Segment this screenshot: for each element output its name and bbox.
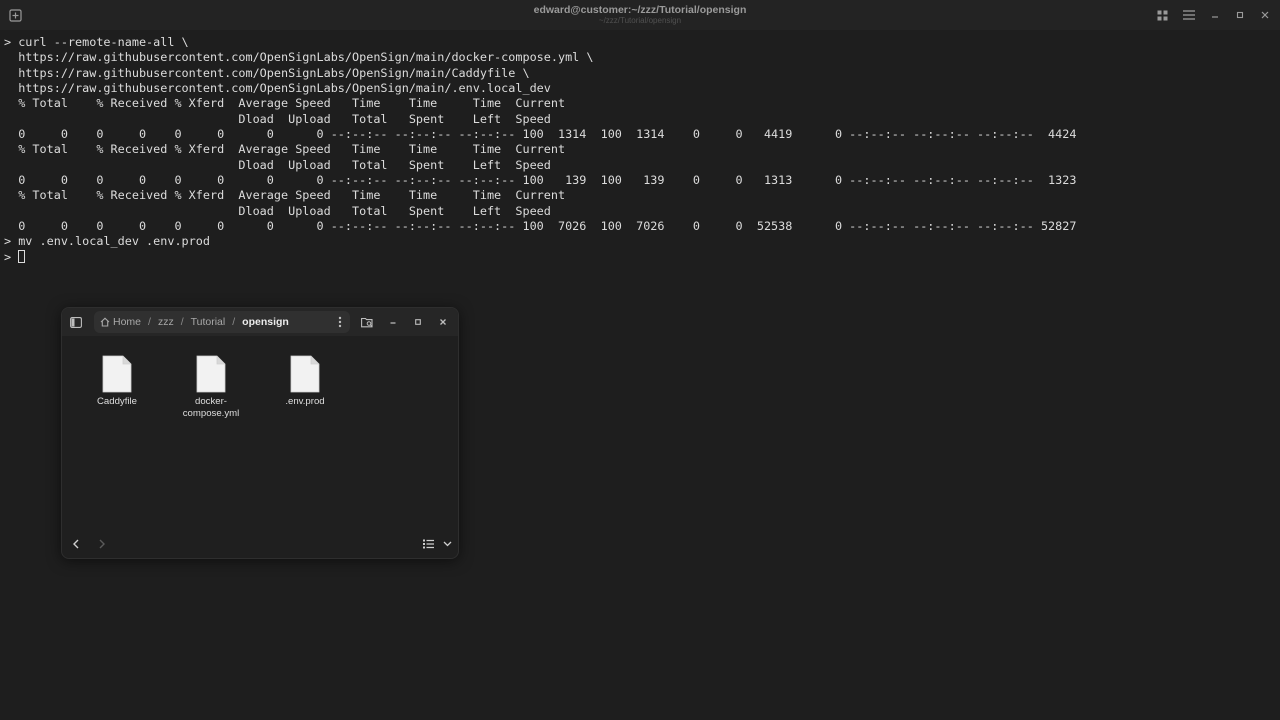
terminal-line: https://raw.githubusercontent.com/OpenSi… — [4, 50, 594, 65]
file-item-env-prod[interactable]: .env.prod — [265, 355, 345, 408]
window-close-icon[interactable] — [434, 313, 452, 331]
list-view-icon[interactable] — [420, 536, 436, 552]
terminal-line: Dload Upload Total Spent Left Speed — [4, 157, 551, 172]
grid-icon[interactable] — [1154, 7, 1170, 23]
breadcrumb-tutorial[interactable]: Tutorial — [190, 316, 227, 328]
chevron-left-icon[interactable] — [68, 536, 84, 552]
file-manager-window[interactable]: Home / zzz / Tutorial / opensign Caddyfi… — [61, 307, 459, 559]
file-name: Caddyfile — [97, 396, 137, 407]
terminal-line: 0 0 0 0 0 0 0 0 --:--:-- --:--:-- --:--:… — [4, 219, 1077, 234]
search-folder-icon[interactable] — [358, 313, 376, 331]
path-bar[interactable]: Home / zzz / Tutorial / opensign — [94, 311, 350, 333]
breadcrumb-separator: / — [148, 316, 151, 328]
breadcrumb-home[interactable]: Home — [94, 316, 142, 328]
terminal-line: https://raw.githubusercontent.com/OpenSi… — [4, 81, 551, 96]
terminal-line: https://raw.githubusercontent.com/OpenSi… — [4, 65, 530, 80]
chevron-right-icon[interactable] — [94, 536, 110, 552]
minimize-icon[interactable] — [1207, 7, 1223, 23]
window-minimize-icon[interactable] — [384, 313, 402, 331]
terminal-line: Dload Upload Total Spent Left Speed — [4, 203, 551, 218]
terminal-line: % Total % Received % Xferd Average Speed… — [4, 188, 566, 203]
document-icon — [196, 355, 226, 393]
terminal-prompt: > — [4, 249, 19, 264]
chevron-down-icon[interactable] — [439, 536, 455, 552]
terminal-line: % Total % Received % Xferd Average Speed… — [4, 142, 566, 157]
terminal-output[interactable]: > curl --remote-name-all \ https://raw.g… — [4, 35, 1274, 265]
terminal-prompt-line[interactable]: > — [4, 249, 1274, 265]
window-maximize-icon[interactable] — [409, 313, 427, 331]
file-name: .env.prod — [285, 396, 325, 407]
terminal-line: % Total % Received % Xferd Average Speed… — [4, 96, 566, 111]
breadcrumb-separator: / — [232, 316, 236, 328]
terminal-header-bar: edward@customer:~/zzz/Tutorial/opensign … — [0, 0, 1280, 30]
breadcrumb-home-label: Home — [113, 316, 142, 328]
kebab-menu-icon[interactable] — [331, 313, 349, 331]
file-manager-header: Home / zzz / Tutorial / opensign — [62, 308, 458, 336]
terminal-line: > curl --remote-name-all \ — [4, 35, 189, 49]
file-item-docker-compose[interactable]: docker- compose.yml — [171, 355, 251, 419]
terminal-line: > mv .env.local_dev .env.prod — [4, 234, 210, 249]
hamburger-menu-icon[interactable] — [1181, 7, 1197, 23]
document-icon — [102, 355, 132, 393]
terminal-title: edward@customer:~/zzz/Tutorial/opensign — [533, 4, 747, 16]
breadcrumb-zzz[interactable]: zzz — [157, 316, 175, 328]
breadcrumb-separator: / — [180, 316, 184, 328]
file-name: docker- compose.yml — [182, 396, 240, 419]
breadcrumb-current[interactable]: opensign — [241, 316, 290, 328]
terminal-line: 0 0 0 0 0 0 0 0 --:--:-- --:--:-- --:--:… — [4, 127, 1077, 142]
file-item-caddyfile[interactable]: Caddyfile — [77, 355, 157, 408]
document-icon — [290, 355, 320, 393]
maximize-icon[interactable] — [1232, 7, 1248, 23]
terminal-line: 0 0 0 0 0 0 0 0 --:--:-- --:--:-- --:--:… — [4, 173, 1077, 188]
close-icon[interactable] — [1257, 7, 1273, 23]
home-icon — [100, 317, 110, 327]
sidebar-toggle-icon[interactable] — [67, 313, 85, 331]
terminal-line: Dload Upload Total Spent Left Speed — [4, 111, 551, 126]
terminal-cursor — [18, 249, 26, 263]
terminal-subtitle: ~/zzz/Tutorial/opensign — [598, 16, 682, 25]
